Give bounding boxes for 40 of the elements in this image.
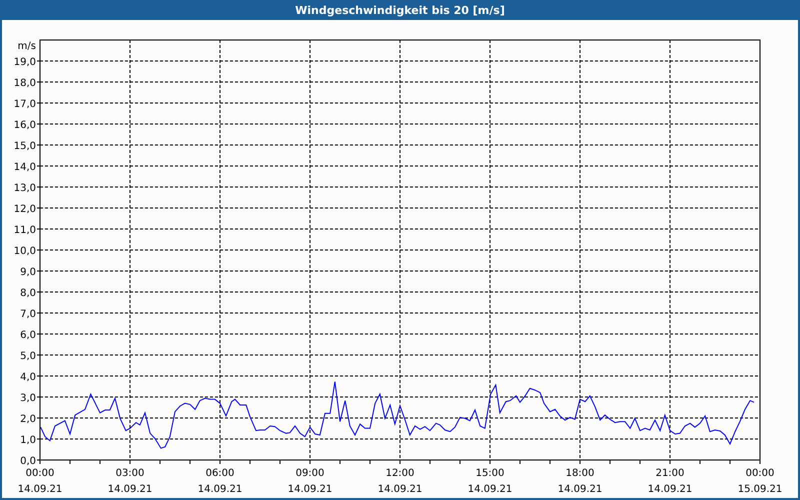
x-tick-label: 15:00 [476,468,504,479]
x-date-label: 15.09.21 [738,484,782,495]
y-tick-label: 7,0 [20,309,36,320]
y-tick-label: 18,0 [14,78,36,89]
y-tick-label: 5,0 [20,351,36,362]
x-date-label: 14.09.21 [648,484,692,495]
x-tick-label: 00:00 [746,468,774,479]
y-tick-label: 9,0 [20,267,36,278]
y-tick-label: 8,0 [20,288,36,299]
y-tick-label: 4,0 [20,372,36,383]
y-tick-label: 15,0 [14,141,36,152]
x-tick-label: 09:00 [296,468,324,479]
x-tick-label: 06:00 [206,468,234,479]
y-tick-label: 13,0 [14,183,36,194]
x-date-label: 14.09.21 [198,484,242,495]
y-tick-label: 6,0 [20,330,36,341]
y-axis-label: m/s [18,41,36,52]
x-date-label: 14.09.21 [378,484,422,495]
x-date-label: 14.09.21 [108,484,152,495]
x-tick-label: 18:00 [566,468,594,479]
y-tick-label: 11,0 [14,225,36,236]
y-tick-label: 12,0 [14,204,36,215]
window-title: Windgeschwindigkeit bis 20 [m/s] [0,0,800,20]
y-tick-label: 17,0 [14,99,36,110]
x-tick-label: 03:00 [116,468,144,479]
x-date-label: 14.09.21 [558,484,602,495]
x-tick-label: 12:00 [386,468,414,479]
y-tick-label: 10,0 [14,246,36,257]
x-tick-label: 21:00 [656,468,684,479]
y-tick-label: 19,0 [14,57,36,68]
y-tick-label: 14,0 [14,162,36,173]
y-tick-label: 1,0 [20,435,36,446]
y-tick-label: 16,0 [14,120,36,131]
x-date-label: 14.09.21 [468,484,512,495]
x-date-label: 14.09.21 [18,484,62,495]
y-tick-label: 0,0 [20,456,36,467]
y-tick-label: 2,0 [20,414,36,425]
x-date-label: 14.09.21 [288,484,332,495]
y-tick-label: 3,0 [20,393,36,404]
x-tick-label: 00:00 [26,468,54,479]
